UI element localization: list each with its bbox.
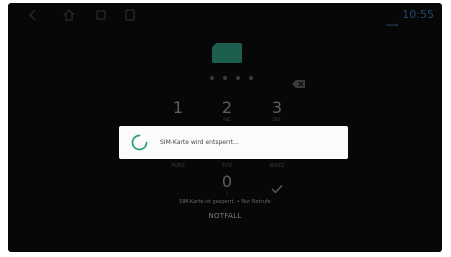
key-digit: 1	[172, 98, 184, 117]
unlocking-dialog: SIM-Karte wird entsperrt…	[119, 126, 348, 159]
device-screen: 10:55 1 2 ABC 3 DEF PQRS TUV WXYZ 0 + SI…	[8, 3, 442, 252]
sim-card-icon	[212, 43, 242, 63]
key-letters: DEF	[273, 117, 281, 122]
home-icon[interactable]	[62, 8, 76, 22]
back-icon[interactable]	[26, 8, 40, 22]
key-digit: 0	[221, 172, 233, 191]
keypad-key-7[interactable]: PQRS	[160, 163, 196, 169]
key-digit: 3	[271, 98, 283, 117]
loading-spinner-icon	[131, 134, 148, 151]
pin-dot	[223, 76, 227, 80]
pin-dots	[208, 75, 258, 83]
key-letters: +	[225, 191, 229, 196]
keypad-key-0[interactable]: 0 +	[209, 173, 245, 197]
status-time: 10:55	[402, 8, 434, 21]
signal-icon	[386, 12, 399, 27]
pin-dot	[236, 76, 240, 80]
screenshot-icon[interactable]	[123, 8, 137, 22]
dialog-message: SIM-Karte wird entsperrt…	[160, 139, 240, 146]
keypad-key-9[interactable]: WXYZ	[259, 163, 295, 169]
confirm-check-icon[interactable]	[271, 179, 283, 194]
pin-dot	[249, 76, 253, 80]
key-digit: 2	[221, 98, 233, 117]
keypad-key-8[interactable]: TUV	[209, 163, 245, 169]
keypad-key-3[interactable]: 3 DEF	[259, 99, 295, 123]
keypad-key-1[interactable]: 1	[160, 99, 196, 117]
keypad-key-2[interactable]: 2 ABC	[209, 99, 245, 123]
key-letters: ABC	[222, 117, 232, 122]
sim-locked-message: SIM-Karte ist gesperrt. • Nur Notrufe	[179, 199, 271, 205]
backspace-icon[interactable]	[292, 74, 306, 88]
emergency-call-button[interactable]: NOTFALL	[198, 212, 252, 220]
pin-dot	[210, 76, 214, 80]
recents-icon[interactable]	[94, 8, 108, 22]
status-bar: 10:55	[8, 3, 442, 27]
